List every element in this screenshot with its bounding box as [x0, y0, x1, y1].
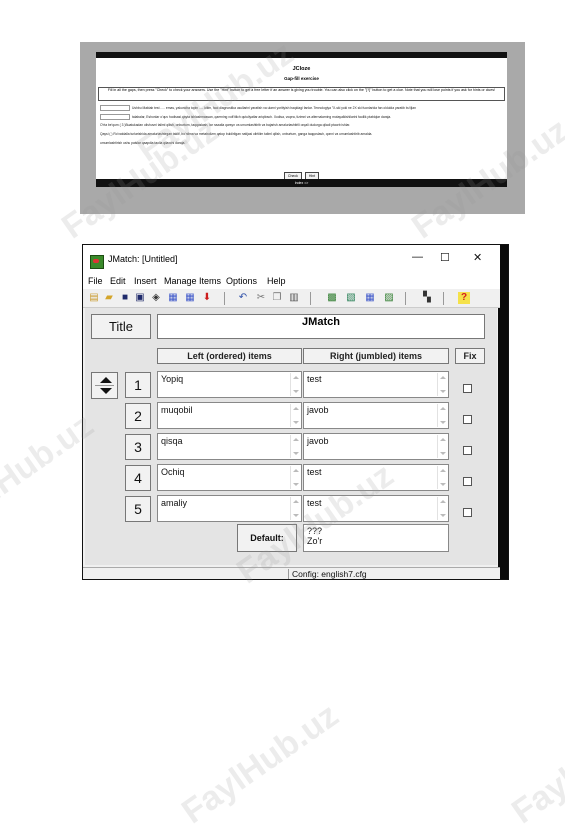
paste-icon[interactable]: ▥: [288, 292, 300, 304]
status-bar: Config: english7.cfg: [83, 567, 500, 579]
cell-scrollbar[interactable]: [437, 404, 447, 427]
fix-checkbox[interactable]: [463, 508, 472, 517]
watermark: FaylHub.uz: [505, 695, 565, 832]
toolbar-separator: [310, 292, 311, 305]
watermark: FaylHub.uz: [175, 695, 346, 832]
eraser-icon[interactable]: ◈: [150, 292, 162, 304]
fix-checkbox[interactable]: [463, 446, 472, 455]
right-item-input[interactable]: javob: [303, 433, 449, 460]
red-arrow-icon[interactable]: ⬇: [201, 292, 213, 304]
right-item-input[interactable]: test: [303, 371, 449, 398]
toolbar: ▤ ▰ ■ ▣ ◈ ▦ ▦ ⬇ ↶ ✂ ❐ ▥ ▩ ▧ ▦ ▨ ▚ ?: [83, 289, 500, 308]
cell-scrollbar[interactable]: [437, 466, 447, 489]
grid-icon[interactable]: ▦: [364, 292, 376, 304]
jmatch-app-icon: [90, 255, 104, 269]
cell-scrollbar[interactable]: [437, 497, 447, 520]
close-button[interactable]: ✕: [473, 251, 482, 264]
reading-text-icon[interactable]: ▩: [326, 292, 338, 304]
right-items-header: Right (jumbled) items: [303, 348, 449, 364]
new-document-icon[interactable]: ▤: [88, 292, 100, 304]
gap-input[interactable]: [100, 114, 130, 120]
toolbar-separator: [443, 292, 444, 305]
save-as-icon[interactable]: ▣: [134, 292, 146, 304]
export-web-icon[interactable]: ▦: [167, 292, 179, 304]
config-icon[interactable]: ▧: [345, 292, 357, 304]
title-button[interactable]: Title: [91, 314, 151, 339]
left-item-input[interactable]: qisqa: [157, 433, 302, 460]
row-number-button[interactable]: 4: [125, 465, 151, 491]
menu-file[interactable]: File: [88, 276, 103, 286]
fix-checkbox[interactable]: [463, 477, 472, 486]
window-title: JMatch: [Untitled]: [108, 254, 178, 264]
menu-edit[interactable]: Edit: [110, 276, 126, 286]
slides-icon[interactable]: ▚: [421, 292, 433, 304]
left-item-input[interactable]: Yopiq: [157, 371, 302, 398]
move-down-icon[interactable]: [100, 388, 112, 394]
status-config: Config: english7.cfg: [292, 569, 367, 579]
row-number-button[interactable]: 2: [125, 403, 151, 429]
maximize-button[interactable]: ☐: [440, 251, 450, 264]
fix-header: Fix: [455, 348, 485, 364]
menu-help[interactable]: Help: [267, 276, 286, 286]
jcloze-instructions: Fill in all the gaps, then press "Check"…: [98, 87, 505, 101]
reorder-divider: [95, 385, 114, 386]
cell-scrollbar[interactable]: [290, 373, 300, 396]
toolbar-separator: [224, 292, 225, 305]
menu-options[interactable]: Options: [226, 276, 257, 286]
minimize-button[interactable]: —: [412, 251, 423, 263]
cell-scrollbar[interactable]: [437, 435, 447, 458]
cell-scrollbar[interactable]: [290, 435, 300, 458]
tools-icon[interactable]: ▨: [383, 292, 395, 304]
cut-icon[interactable]: ✂: [255, 292, 267, 304]
left-item-input[interactable]: muqobil: [157, 402, 302, 429]
left-item-input[interactable]: amaliy: [157, 495, 302, 522]
cell-scrollbar[interactable]: [437, 373, 447, 396]
jcloze-subtitle: Gap-fill exercise: [284, 76, 319, 81]
title-input[interactable]: JMatch: [157, 314, 485, 339]
left-items-header: Left (ordered) items: [157, 348, 302, 364]
fix-checkbox[interactable]: [463, 415, 472, 424]
right-item-input[interactable]: javob: [303, 402, 449, 429]
copy-icon[interactable]: ❐: [271, 292, 283, 304]
open-folder-icon[interactable]: ▰: [103, 292, 115, 304]
cell-scrollbar[interactable]: [290, 466, 300, 489]
row-number-button[interactable]: 5: [125, 496, 151, 522]
cell-scrollbar[interactable]: [290, 404, 300, 427]
menu-insert[interactable]: Insert: [134, 276, 157, 286]
jcloze-title: JCloze: [292, 66, 311, 72]
move-up-icon[interactable]: [100, 377, 112, 383]
row-number-button[interactable]: 3: [125, 434, 151, 460]
help-icon[interactable]: ?: [458, 292, 470, 304]
menu-manage-items[interactable]: Manage Items: [164, 276, 221, 286]
gap-input[interactable]: [100, 105, 130, 111]
undo-icon[interactable]: ↶: [237, 292, 249, 304]
status-separator: [288, 569, 289, 579]
export-web-v6-icon[interactable]: ▦: [184, 292, 196, 304]
left-item-input[interactable]: Ochiq: [157, 464, 302, 491]
toolbar-separator: [405, 292, 406, 305]
fix-checkbox[interactable]: [463, 384, 472, 393]
index-nav-link[interactable]: Index =>: [295, 181, 309, 185]
row-number-button[interactable]: 1: [125, 372, 151, 398]
save-icon[interactable]: ■: [119, 292, 131, 304]
menu-bar: File Edit Insert Manage Items Options He…: [83, 273, 500, 289]
jcloze-text-line: Ushbu Maktab test ..... emas, yakuncha t…: [100, 105, 500, 111]
reorder-buttons: [91, 372, 118, 399]
